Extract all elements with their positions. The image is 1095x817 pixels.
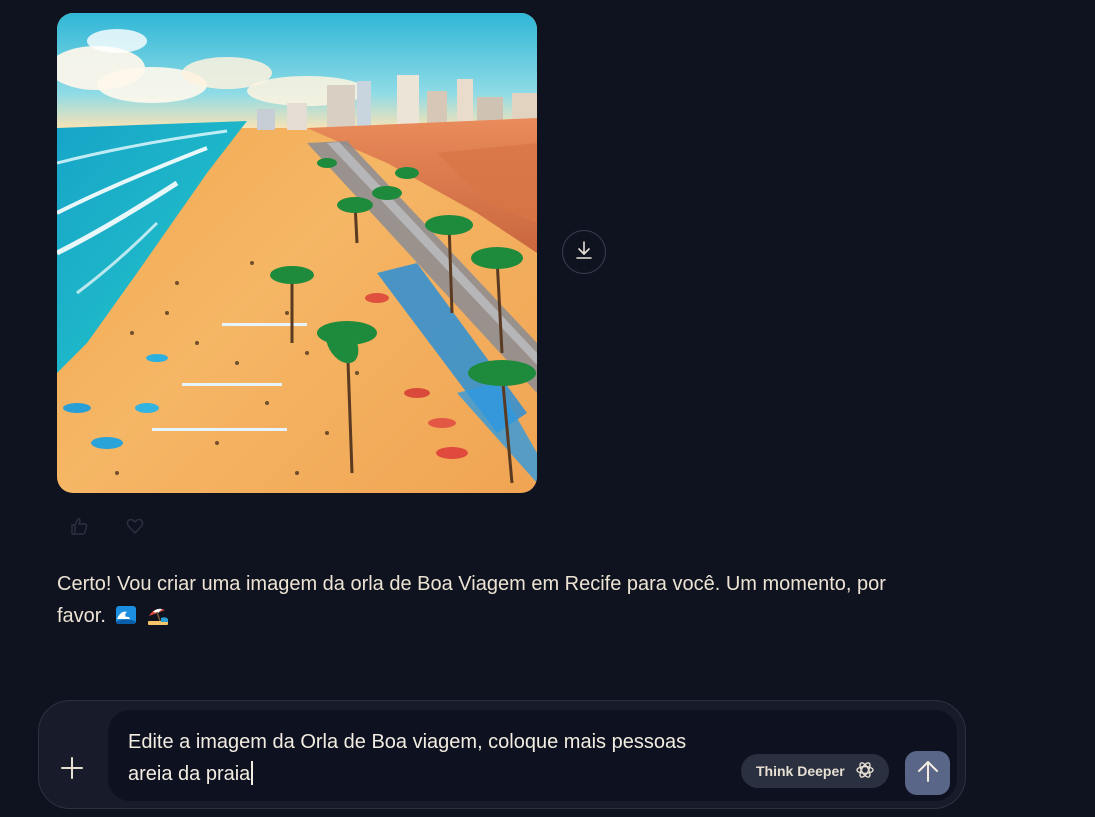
download-button[interactable] [562,230,606,274]
message-input[interactable]: Edite a imagem da Orla de Boa viagem, co… [108,710,957,801]
think-deeper-label: Think Deeper [756,763,845,779]
message-input-text[interactable]: Edite a imagem da Orla de Boa viagem, co… [128,726,688,790]
think-deeper-icon [855,760,875,783]
send-button[interactable] [905,751,950,795]
plus-icon [60,756,84,785]
think-deeper-button[interactable]: Think Deeper [741,754,889,788]
beach-umbrella-emoji [147,604,169,626]
attach-button[interactable] [58,756,86,784]
download-icon [575,240,593,265]
heart-icon [125,516,145,541]
assistant-message-text: Certo! Vou criar uma imagem da orla de B… [57,573,886,627]
message-feedback [68,517,146,539]
text-caret [251,761,253,785]
thumbs-up-button[interactable] [68,517,90,539]
generated-beach-image[interactable] [57,13,537,493]
arrow-up-icon [917,759,939,788]
chat-page: Certo! Vou criar uma imagem da orla de B… [0,0,1095,817]
thumbs-up-icon [69,516,89,541]
dislike-button[interactable] [124,517,146,539]
message-composer: Edite a imagem da Orla de Boa viagem, co… [38,700,966,809]
beach-illustration [57,13,537,493]
assistant-message: Certo! Vou criar uma imagem da orla de B… [57,568,927,632]
wave-emoji [115,604,137,626]
